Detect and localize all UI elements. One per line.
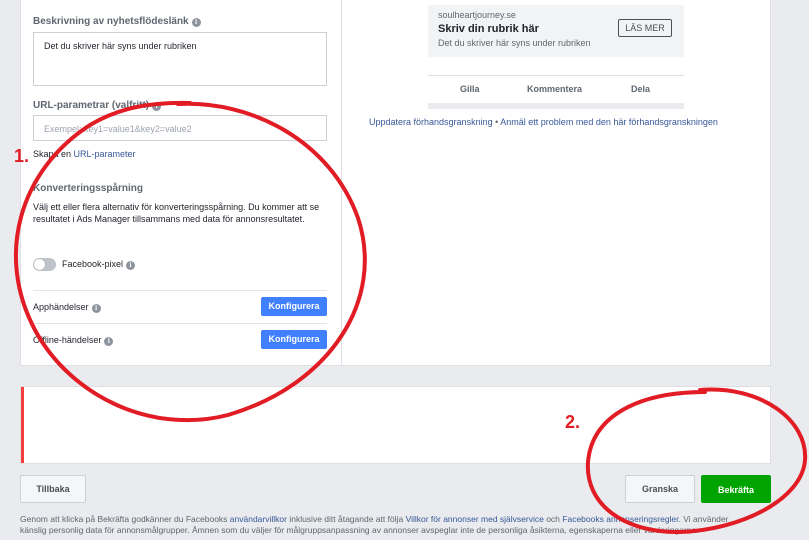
review-button[interactable]: Granska	[625, 475, 695, 503]
facebook-pixel-label: Facebook-pixel i	[62, 259, 136, 270]
footer-text: känslig personlig data för annonsmålgrup…	[20, 525, 699, 535]
offline-events-label-text: Offline-händelser	[33, 335, 102, 345]
info-icon[interactable]: i	[152, 102, 162, 111]
conversion-tracking-label: Konverteringsspårning	[33, 183, 144, 194]
link-separator: •	[495, 117, 499, 127]
url-params-input[interactable]: Exempel: key1=value1&key2=value2	[33, 115, 327, 141]
info-icon[interactable]: i	[191, 18, 201, 27]
create-url-param-prefix: Skapa en	[33, 149, 74, 159]
footer-text: Genom att klicka på Bekräfta godkänner d…	[20, 514, 230, 524]
preview-actions-top-line	[428, 75, 684, 76]
app-events-label-text: Apphändelser	[33, 302, 89, 312]
divider	[33, 323, 327, 324]
annotation-number-2: 2.	[565, 412, 581, 432]
notice-panel	[20, 386, 771, 464]
footer-text: . Vi använder	[678, 514, 729, 524]
preview-actions-bottom-bar	[428, 103, 684, 109]
facebook-pixel-toggle[interactable]	[33, 258, 56, 271]
preview-description: Det du skriver här syns under rubriken	[438, 38, 591, 48]
toggle-knob	[34, 259, 45, 270]
desc-label: Beskrivning av nyhetsflödeslänk i	[33, 16, 201, 27]
annotation-number-1: 1.	[14, 146, 30, 166]
comment-action[interactable]: Kommentera	[527, 84, 582, 94]
url-params-label-text: URL-parametrar (valfritt)	[33, 100, 150, 111]
update-preview-link[interactable]: Uppdatera förhandsgranskning	[369, 117, 493, 127]
panel-divider	[341, 0, 342, 366]
configure-app-events-button[interactable]: Konfigurera	[261, 297, 327, 316]
app-events-label: Apphändelser i	[33, 302, 101, 313]
configure-offline-events-button[interactable]: Konfigurera	[261, 330, 327, 349]
terms-of-use-link[interactable]: användarvillkor	[230, 514, 287, 524]
preview-domain: soulheartjourney.se	[438, 10, 516, 20]
ad-settings-panel: Beskrivning av nyhetsflödeslänk i Det du …	[20, 0, 771, 366]
url-param-link[interactable]: URL-parameter	[74, 149, 136, 159]
conversion-tracking-description: Välj ett eller flera alternativ för konv…	[33, 202, 320, 224]
facebook-pixel-label-text: Facebook-pixel	[62, 259, 124, 269]
like-action[interactable]: Gilla	[460, 84, 480, 94]
offline-events-label: Offline-händelser i	[33, 335, 114, 346]
error-indicator-bar	[21, 387, 24, 463]
info-icon[interactable]: i	[104, 337, 114, 346]
advertising-policies-link[interactable]: Facebooks annonseringsregler	[562, 514, 678, 524]
create-url-param: Skapa en URL-parameter	[33, 149, 136, 159]
divider	[33, 290, 327, 291]
back-button[interactable]: Tillbaka	[20, 475, 86, 503]
url-params-placeholder: Exempel: key1=value1&key2=value2	[44, 124, 192, 134]
confirm-button[interactable]: Bekräfta	[701, 475, 771, 503]
preview-headline: Skriv din rubrik här	[438, 23, 539, 35]
footer-text: inklusive ditt åtagande att följa	[286, 514, 406, 524]
description-value: Det du skriver här syns under rubriken	[44, 41, 197, 51]
report-problem-link[interactable]: Anmäl ett problem med den här förhandsgr…	[500, 117, 718, 127]
news-feed-description-field[interactable]: Det du skriver här syns under rubriken	[33, 32, 327, 86]
footer-text: och	[543, 514, 563, 524]
self-serve-ad-terms-link[interactable]: Villkor för annonser med självservice	[406, 514, 544, 524]
url-params-label: URL-parametrar (valfritt) i	[33, 100, 162, 111]
preview-links: Uppdatera förhandsgranskning • Anmäl ett…	[369, 117, 718, 127]
learn-more-button[interactable]: LÄS MER	[618, 19, 672, 37]
legal-footer: Genom att klicka på Bekräfta godkänner d…	[20, 514, 805, 536]
desc-label-text: Beskrivning av nyhetsflödeslänk	[33, 16, 189, 27]
share-action[interactable]: Dela	[631, 84, 650, 94]
info-icon[interactable]: i	[91, 304, 101, 313]
info-icon[interactable]: i	[126, 261, 136, 270]
ad-preview-link-card: soulheartjourney.se Skriv din rubrik här…	[428, 5, 684, 57]
